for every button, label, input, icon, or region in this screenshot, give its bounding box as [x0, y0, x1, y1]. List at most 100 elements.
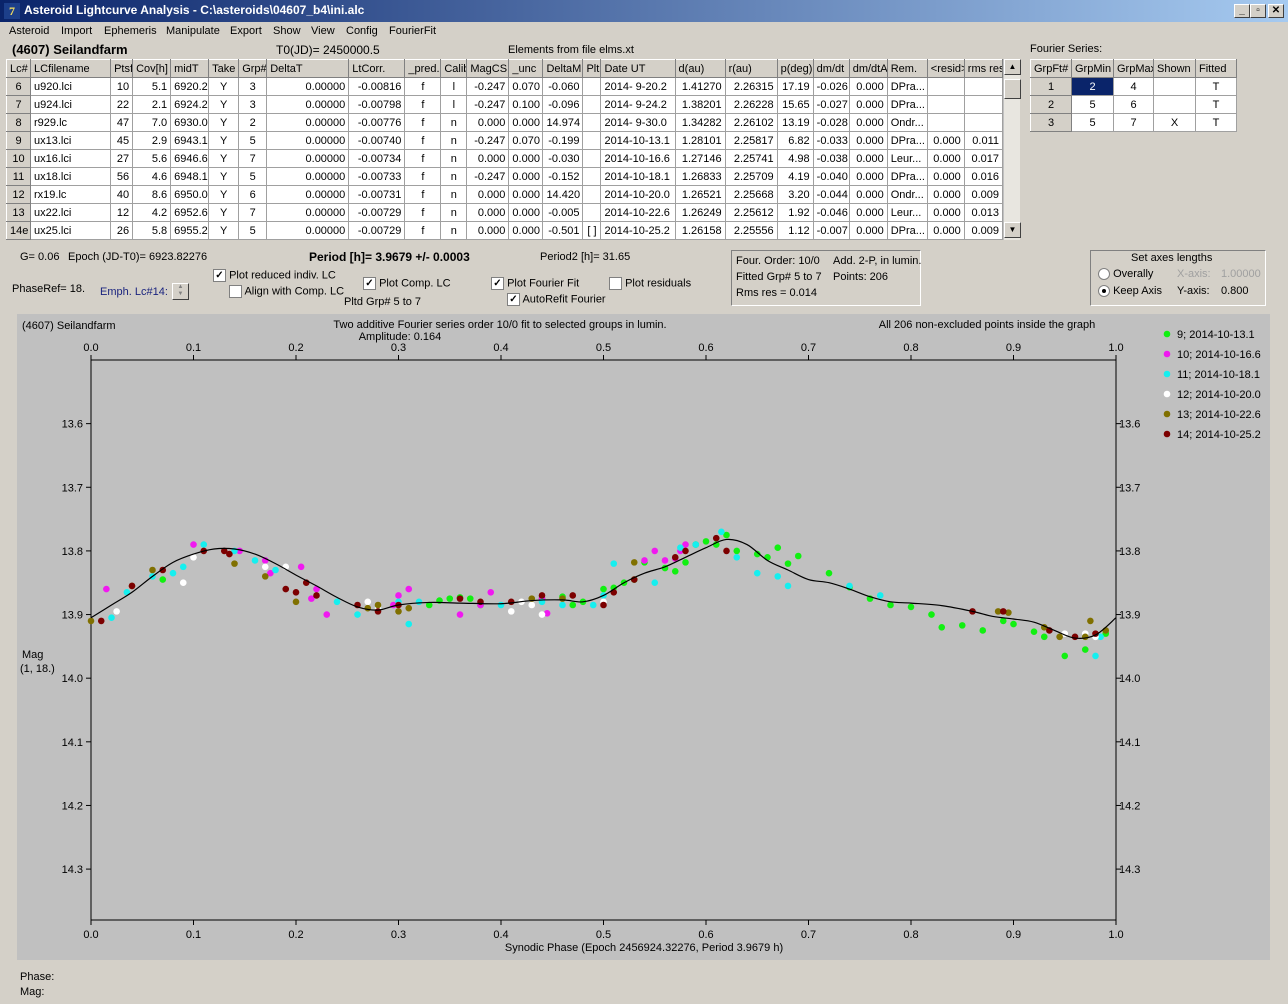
- table-cell[interactable]: 5: [238, 167, 268, 186]
- close-button[interactable]: ✕: [1268, 4, 1284, 18]
- table-row[interactable]: 12 rx19.lc 40 8.6 6950.0 Y 6 0.00000 -0.00731 f n 0…: [5, 185, 1004, 204]
- table-cell[interactable]: 0.000: [508, 203, 544, 222]
- table-cell[interactable]: -0.00816: [348, 77, 406, 96]
- table-cell[interactable]: 0.000: [508, 221, 544, 240]
- row-number-cell[interactable]: 10: [5, 149, 32, 168]
- table-cell[interactable]: 4.19: [776, 167, 814, 186]
- table-cell[interactable]: -0.040: [812, 167, 850, 186]
- lc-col-header[interactable]: Rem.: [886, 59, 928, 78]
- table-cell[interactable]: n: [440, 203, 468, 222]
- table-cell[interactable]: 5: [238, 221, 268, 240]
- fourier-series-table[interactable]: GrpFt# GrpMin GrpMax Shown Fitted 124T256T35…: [1030, 59, 1237, 132]
- table-cell[interactable]: -0.027: [812, 95, 850, 114]
- lc-col-header[interactable]: _pred.: [404, 59, 442, 78]
- table-cell[interactable]: 1.92: [776, 203, 814, 222]
- table-cell[interactable]: 0.000: [466, 149, 510, 168]
- table-cell[interactable]: 0.00000: [266, 167, 350, 186]
- table-cell[interactable]: Y: [208, 185, 240, 204]
- table-cell[interactable]: DPra...: [886, 77, 928, 96]
- checkbox-box[interactable]: ✓: [213, 269, 226, 282]
- table-cell[interactable]: 0.00000: [266, 113, 350, 132]
- table-cell[interactable]: [963, 95, 1004, 114]
- row-number-cell[interactable]: 3: [1030, 113, 1072, 132]
- lc-col-header[interactable]: DeltaM: [542, 59, 584, 78]
- table-cell[interactable]: 2.25817: [724, 131, 778, 150]
- table-cell[interactable]: Y: [208, 167, 240, 186]
- table-cell[interactable]: 5: [1071, 95, 1114, 114]
- table-cell[interactable]: 2.26102: [724, 113, 778, 132]
- table-cell[interactable]: 13.19: [776, 113, 814, 132]
- table-cell[interactable]: T: [1195, 77, 1237, 96]
- table-row[interactable]: 124 T: [1030, 77, 1237, 96]
- row-number-cell[interactable]: 6: [5, 77, 32, 96]
- menu-manipulate[interactable]: Manipulate: [166, 25, 220, 37]
- table-cell[interactable]: 4.2: [132, 203, 172, 222]
- table-cell[interactable]: 0.000: [466, 185, 510, 204]
- checkbox-box[interactable]: ✓: [491, 277, 504, 290]
- table-cell[interactable]: 4: [1113, 77, 1154, 96]
- table-cell[interactable]: 5: [238, 131, 268, 150]
- table-cell[interactable]: -0.044: [812, 185, 850, 204]
- lc-col-header[interactable]: Date UT: [600, 59, 676, 78]
- table-cell[interactable]: 7: [1113, 113, 1154, 132]
- table-cell[interactable]: 45: [110, 131, 134, 150]
- table-cell[interactable]: 6924.2: [170, 95, 210, 114]
- table-row[interactable]: 14e ux25.lci 26 5.8 6955.2 Y 5 0.00000 -0.00729 f…: [5, 221, 1004, 240]
- restore-button[interactable]: ▫: [1250, 4, 1266, 18]
- lc-col-header[interactable]: dm/dt: [812, 59, 850, 78]
- table-cell[interactable]: 7: [238, 149, 268, 168]
- table-cell[interactable]: 2.25556: [724, 221, 778, 240]
- menu-ephemeris[interactable]: Ephemeris: [104, 25, 157, 37]
- table-cell[interactable]: 0.000: [848, 95, 888, 114]
- scroll-up-icon[interactable]: ▲: [1004, 59, 1021, 75]
- table-row[interactable]: 7 u924.lci 22 2.1 6924.2 Y 3 0.00000 -0.00798 f l -…: [5, 95, 1004, 114]
- table-cell[interactable]: 2.26228: [724, 95, 778, 114]
- row-number-cell[interactable]: 14e: [5, 221, 32, 240]
- table-cell[interactable]: 0.000: [926, 203, 965, 222]
- table-cell[interactable]: 0.009: [963, 185, 1004, 204]
- table-cell[interactable]: 6946.6: [170, 149, 210, 168]
- table-cell[interactable]: [ ]: [582, 221, 602, 240]
- table-cell[interactable]: 2.25668: [724, 185, 778, 204]
- row-number-cell[interactable]: 8: [5, 113, 32, 132]
- table-cell[interactable]: 7: [238, 203, 268, 222]
- table-cell[interactable]: -0.247: [466, 95, 510, 114]
- row-number-cell[interactable]: 1: [1030, 77, 1072, 96]
- table-cell[interactable]: 5.8: [132, 221, 172, 240]
- lightcurve-table-scrollbar[interactable]: ▲ ▼: [1003, 59, 1021, 240]
- menu-config[interactable]: Config: [346, 25, 378, 37]
- table-row[interactable]: 13 ux22.lci 12 4.2 6952.6 Y 7 0.00000 -0.00729 f n…: [5, 203, 1004, 222]
- emph-lc-spinner[interactable]: ▲ ▼: [172, 283, 189, 300]
- table-cell[interactable]: 0.000: [508, 149, 544, 168]
- table-cell[interactable]: [1153, 95, 1196, 114]
- table-cell[interactable]: 3.20: [776, 185, 814, 204]
- table-cell[interactable]: 3: [238, 77, 268, 96]
- table-cell[interactable]: n: [440, 149, 468, 168]
- table-cell[interactable]: [963, 113, 1004, 132]
- table-cell[interactable]: 5.1: [132, 77, 172, 96]
- radio-dot[interactable]: [1098, 268, 1110, 281]
- table-cell[interactable]: 2.9: [132, 131, 172, 150]
- table-cell[interactable]: Y: [208, 221, 240, 240]
- table-row[interactable]: 8 r929.lc 47 7.0 6930.0 Y 2 0.00000 -0.00776 f n 0.…: [5, 113, 1004, 132]
- table-cell[interactable]: DPra...: [886, 95, 928, 114]
- plot-fourier-checkbox[interactable]: ✓ Plot Fourier Fit: [491, 277, 579, 290]
- lc-col-header[interactable]: Plt: [582, 59, 602, 78]
- table-cell[interactable]: 6955.2: [170, 221, 210, 240]
- table-cell[interactable]: 0.000: [466, 203, 510, 222]
- table-cell[interactable]: 6: [1113, 95, 1154, 114]
- table-cell[interactable]: -0.247: [466, 167, 510, 186]
- table-cell[interactable]: 2014-10-16.6: [600, 149, 676, 168]
- table-cell[interactable]: 0.00000: [266, 95, 350, 114]
- table-cell[interactable]: 6952.6: [170, 203, 210, 222]
- table-cell[interactable]: 0.000: [466, 221, 510, 240]
- table-cell[interactable]: Y: [208, 203, 240, 222]
- table-cell[interactable]: -0.00729: [348, 221, 406, 240]
- spin-up-icon[interactable]: ▲: [173, 284, 188, 291]
- table-cell[interactable]: 0.000: [508, 185, 544, 204]
- table-cell[interactable]: 1.41270: [674, 77, 726, 96]
- row-number-cell[interactable]: 13: [5, 203, 32, 222]
- table-cell[interactable]: 0.00000: [266, 221, 350, 240]
- lc-col-header[interactable]: Lc#: [5, 59, 32, 78]
- table-cell[interactable]: f: [404, 221, 442, 240]
